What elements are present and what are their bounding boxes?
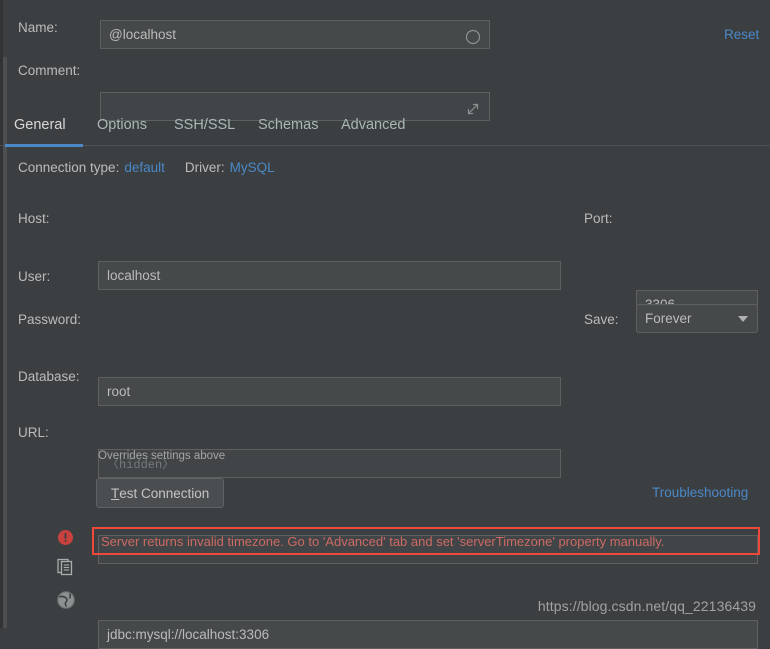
- user-input-value: root: [107, 384, 131, 399]
- host-input-value: localhost: [107, 268, 161, 283]
- connection-type-label: Connection type:: [18, 160, 120, 175]
- url-input[interactable]: jdbc:mysql://localhost:3306: [98, 620, 758, 649]
- globe-icon[interactable]: [55, 589, 77, 611]
- troubleshooting-link[interactable]: Troubleshooting: [652, 485, 748, 500]
- circle-icon[interactable]: [465, 27, 481, 44]
- comment-row: Comment:: [18, 63, 100, 78]
- url-hint: Overrides settings above: [98, 450, 226, 462]
- test-connection-label: est Connection: [119, 485, 210, 501]
- save-dropdown-value: Forever: [645, 311, 692, 326]
- database-label: Database:: [18, 369, 80, 384]
- save-label: Save:: [584, 312, 619, 327]
- tab-general[interactable]: General: [14, 117, 66, 133]
- driver-value[interactable]: MySQL: [230, 160, 275, 175]
- tab-ssh-ssl[interactable]: SSH/SSL: [174, 117, 235, 133]
- reset-link[interactable]: Reset: [724, 27, 759, 42]
- name-input[interactable]: @localhost: [100, 20, 490, 49]
- connection-type-value[interactable]: default: [124, 160, 165, 175]
- save-dropdown[interactable]: Forever: [636, 304, 758, 333]
- error-circle-icon: [57, 529, 74, 546]
- active-tab-indicator: [5, 144, 83, 147]
- error-message: Server returns invalid timezone. Go to '…: [101, 533, 665, 549]
- url-input-value: jdbc:mysql://localhost:3306: [107, 627, 270, 642]
- user-input[interactable]: root: [98, 377, 561, 406]
- tab-options[interactable]: Options: [97, 117, 147, 133]
- user-label: User:: [18, 269, 51, 284]
- connection-info: Connection type: default Driver: MySQL: [18, 160, 275, 175]
- name-row: Name:: [18, 20, 100, 35]
- port-label: Port:: [584, 211, 613, 226]
- tab-bar: General Options SSH/SSL Schemas Advanced: [0, 112, 770, 148]
- tab-divider: [0, 145, 770, 146]
- tab-schemas[interactable]: Schemas: [258, 117, 318, 133]
- host-input[interactable]: localhost: [98, 261, 561, 290]
- comment-label: Comment:: [18, 63, 81, 78]
- test-connection-mnemonic: T: [111, 485, 120, 501]
- name-input-value: @localhost: [109, 27, 176, 42]
- name-label: Name:: [18, 20, 58, 35]
- test-connection-button[interactable]: Test Connection: [96, 478, 225, 508]
- driver-label: Driver:: [184, 160, 225, 175]
- tab-advanced[interactable]: Advanced: [341, 117, 406, 133]
- host-label: Host:: [18, 211, 50, 226]
- error-banner: Server returns invalid timezone. Go to '…: [92, 527, 760, 555]
- watermark-text: https://blog.csdn.net/qq_22136439: [537, 598, 756, 614]
- copy-icon[interactable]: [55, 556, 77, 578]
- password-label: Password:: [18, 312, 82, 327]
- chevron-down-icon: [738, 315, 748, 322]
- url-label: URL:: [18, 425, 49, 440]
